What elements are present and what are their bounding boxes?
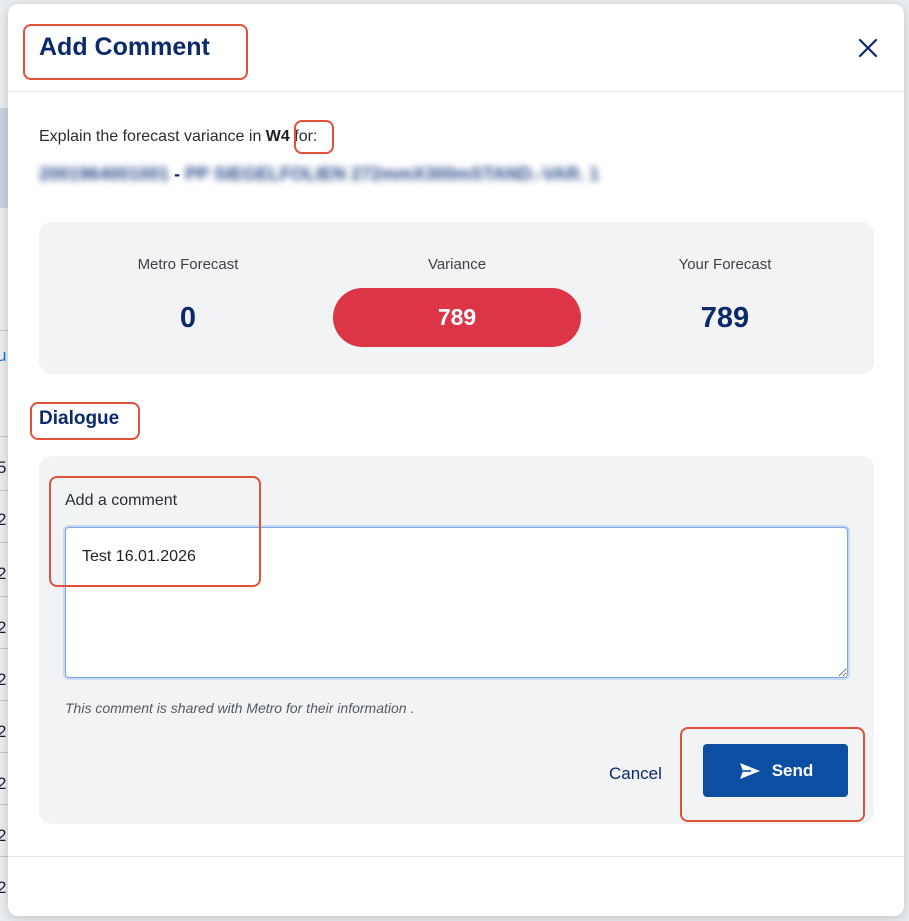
- forecast-summary-card: Metro Forecast 0 Variance 789 Your Forec…: [39, 222, 874, 374]
- background-cell-fragment: 2: [0, 826, 7, 845]
- variance-explanation-prompt: Explain the forecast variance in W4 for:: [39, 128, 317, 146]
- modal-footer-divider: [8, 856, 904, 857]
- metro-forecast-label: Metro Forecast: [137, 256, 239, 273]
- comment-label: Add a comment: [65, 492, 178, 509]
- modal-header: Add Comment: [8, 4, 904, 92]
- cancel-button[interactable]: Cancel: [609, 764, 662, 784]
- background-cell-fragment: 2: [0, 878, 7, 897]
- background-cell-fragment: 2: [0, 564, 7, 583]
- item-description: PP SIEGELFOLIEN 272mmX300mSTAND.-VAR. 1: [185, 164, 600, 184]
- background-cell-fragment: 2: [0, 618, 7, 637]
- send-label: Send: [771, 760, 814, 780]
- background-cell-fragment: 2: [0, 774, 7, 793]
- item-identifier: 2001964001001 - PP SIEGELFOLIEN 272mmX30…: [39, 164, 599, 185]
- variance-label: Variance: [427, 256, 487, 273]
- send-button[interactable]: Send: [703, 744, 848, 797]
- comment-textarea[interactable]: [65, 527, 848, 678]
- dialogue-card: Add a comment This comment is shared wit…: [39, 456, 874, 824]
- your-forecast-value: 789: [700, 302, 750, 334]
- explain-suffix: for:: [294, 128, 318, 145]
- item-code: 2001964001001: [39, 164, 170, 184]
- background-column-fragment: u: [0, 346, 7, 365]
- comment-sharing-hint: This comment is shared with Metro for th…: [65, 700, 415, 716]
- send-icon: [739, 762, 760, 779]
- background-cell-fragment: 2: [0, 670, 7, 689]
- close-icon: [858, 38, 878, 58]
- background-cell-fragment: 2: [0, 510, 7, 529]
- add-comment-modal: Add Comment Explain the forecast varianc…: [8, 4, 904, 916]
- background-cell-fragment: 5: [0, 458, 7, 477]
- week-label: W4: [265, 128, 290, 145]
- metro-forecast-value: 0: [179, 302, 197, 334]
- item-separator: -: [174, 164, 181, 184]
- variance-value-badge: 789: [333, 288, 581, 347]
- modal-title: Add Comment: [39, 33, 210, 61]
- explain-prefix: Explain the forecast variance in: [39, 128, 262, 145]
- close-button[interactable]: [854, 34, 882, 62]
- background-cell-fragment: 2: [0, 722, 7, 741]
- your-forecast-label: Your Forecast: [678, 256, 772, 273]
- dialogue-section-title: Dialogue: [39, 408, 120, 429]
